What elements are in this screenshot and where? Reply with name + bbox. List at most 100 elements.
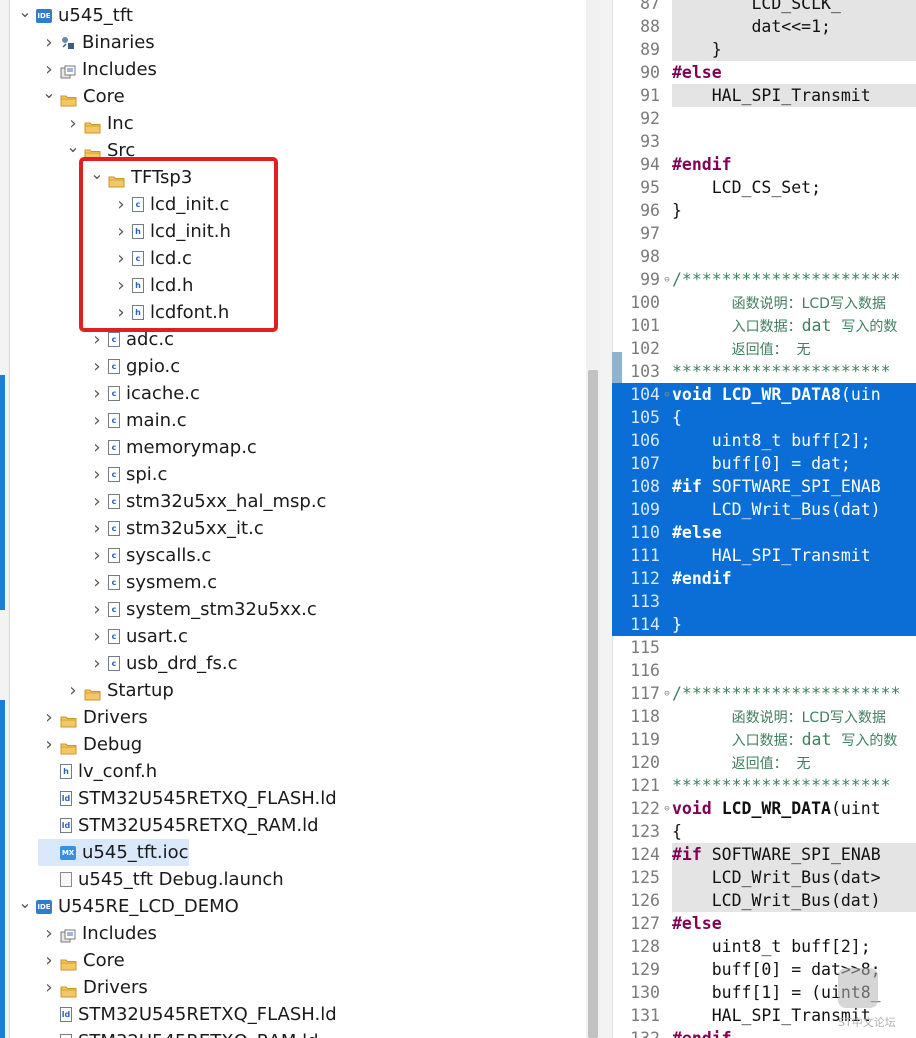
fold-toggle-icon[interactable]: ⊖	[662, 390, 672, 400]
tree-item[interactable]: › lcdfont.h	[110, 299, 229, 326]
chevron-right-icon[interactable]: ›	[38, 704, 60, 731]
tree-item[interactable]: › lcd_init.c	[110, 191, 229, 218]
code-line[interactable]: 122 ⊖ void LCD_WR_DATA(uint	[612, 797, 916, 820]
code-line[interactable]: 92	[612, 107, 916, 130]
code-line[interactable]: 90 #else	[612, 61, 916, 84]
code-line[interactable]: 101 入口数据：dat 写入的数	[612, 314, 916, 337]
code-line[interactable]: 112 #endif	[612, 567, 916, 590]
tree-item[interactable]: › system_stm32u5xx.c	[86, 596, 316, 623]
code-line[interactable]: 93	[612, 130, 916, 153]
tree-item[interactable]: › sysmem.c	[86, 569, 217, 596]
code-line[interactable]: 117 ⊖/**********************	[612, 682, 916, 705]
chevron-down-icon[interactable]: ⌄	[14, 0, 36, 25]
tree-item[interactable]: › main.c	[86, 407, 186, 434]
chevron-right-icon[interactable]: ›	[86, 380, 108, 407]
code-line[interactable]: 87 LCD_SCLK_	[612, 0, 916, 15]
code-line[interactable]: 118 函数说明：LCD写入数据	[612, 705, 916, 728]
code-line[interactable]: 113	[612, 590, 916, 613]
tree-item[interactable]: › usb_drd_fs.c	[86, 650, 237, 677]
code-line[interactable]: 121 **********************	[612, 774, 916, 797]
chevron-right-icon[interactable]: ›	[110, 218, 132, 245]
chevron-right-icon[interactable]: ›	[86, 650, 108, 677]
code-line[interactable]: 98	[612, 245, 916, 268]
code-line[interactable]: 124 #if SOFTWARE_SPI_ENAB	[612, 843, 916, 866]
chevron-down-icon[interactable]: ⌄	[62, 133, 84, 160]
code-line[interactable]: 126 LCD_Writ_Bus(dat)	[612, 889, 916, 912]
chevron-right-icon[interactable]: ›	[86, 353, 108, 380]
chevron-right-icon[interactable]: ›	[86, 461, 108, 488]
chevron-right-icon[interactable]: ›	[86, 596, 108, 623]
chevron-right-icon[interactable]: ›	[110, 272, 132, 299]
code-line[interactable]: 103 **********************	[612, 360, 916, 383]
chevron-right-icon[interactable]: ›	[86, 407, 108, 434]
code-line[interactable]: 125 LCD_Writ_Bus(dat>	[612, 866, 916, 889]
chevron-right-icon[interactable]: ›	[110, 245, 132, 272]
tree-item[interactable]: STM32U545RETXQ_FLASH.ld	[38, 1001, 337, 1028]
tree-item[interactable]: ⌄ Core	[38, 83, 124, 110]
code-line[interactable]: 96}	[612, 199, 916, 222]
tree-item[interactable]: u545_tft Debug.launch	[38, 866, 284, 893]
tree-item[interactable]: › memorymap.c	[86, 434, 256, 461]
tree-item[interactable]: STM32U545RETXQ_RAM.ld	[38, 812, 319, 839]
tree-item[interactable]: › Binaries	[38, 29, 154, 56]
code-line[interactable]: 102 返回值： 无	[612, 337, 916, 360]
code-line[interactable]: 100 函数说明：LCD写入数据	[612, 291, 916, 314]
tree-item[interactable]: › spi.c	[86, 461, 167, 488]
tree-item[interactable]: › lcd.c	[110, 245, 192, 272]
chevron-right-icon[interactable]: ›	[38, 947, 60, 974]
chevron-right-icon[interactable]: ›	[62, 677, 84, 704]
code-line[interactable]: 127 #else	[612, 912, 916, 935]
tree-item[interactable]: › syscalls.c	[86, 542, 211, 569]
tree-item[interactable]: ⌄ IDE u545_tft	[14, 2, 133, 29]
tree-item[interactable]: ⌄ IDE U545RE_LCD_DEMO	[14, 893, 239, 920]
code-line[interactable]: 108 #if SOFTWARE_SPI_ENAB	[612, 475, 916, 498]
code-line[interactable]: 110 #else	[612, 521, 916, 544]
tree-item[interactable]: › usart.c	[86, 623, 188, 650]
code-line[interactable]: 115	[612, 636, 916, 659]
chevron-right-icon[interactable]: ›	[86, 515, 108, 542]
code-line[interactable]: 99 ⊖/**********************	[612, 268, 916, 291]
tree-item[interactable]: › Startup	[62, 677, 173, 704]
code-line[interactable]: 106 uint8_t buff[2];	[612, 429, 916, 452]
code-line[interactable]: 105 {	[612, 406, 916, 429]
tree-item[interactable]: › lcd_init.h	[110, 218, 231, 245]
chevron-right-icon[interactable]: ›	[86, 488, 108, 515]
tree-item[interactable]: › stm32u5xx_hal_msp.c	[86, 488, 326, 515]
chevron-down-icon[interactable]: ⌄	[86, 160, 108, 187]
code-line[interactable]: 109 LCD_Writ_Bus(dat)	[612, 498, 916, 521]
code-editor[interactable]: 87 LCD_SCLK_ 88 dat<<=1; 89 } 90 #else 91 HAL…	[600, 0, 916, 1038]
code-line[interactable]: 107 buff[0] = dat;	[612, 452, 916, 475]
chevron-right-icon[interactable]: ›	[86, 623, 108, 650]
code-line[interactable]: 97	[612, 222, 916, 245]
chevron-right-icon[interactable]: ›	[38, 29, 60, 56]
chevron-right-icon[interactable]: ›	[38, 974, 60, 1001]
tree-item[interactable]: lv_conf.h	[38, 758, 157, 785]
tree-item[interactable]: › Core	[38, 947, 124, 974]
tree-item[interactable]: › stm32u5xx_it.c	[86, 515, 263, 542]
chevron-down-icon[interactable]: ⌄	[14, 889, 36, 916]
code-line[interactable]: 120 返回值： 无	[612, 751, 916, 774]
tree-item[interactable]: › Debug	[38, 731, 142, 758]
fold-toggle-icon[interactable]: ⊖	[662, 804, 672, 814]
tree-item[interactable]: › icache.c	[86, 380, 200, 407]
tree-item[interactable]: MX u545_tft.ioc	[38, 839, 189, 866]
chevron-right-icon[interactable]: ›	[38, 920, 60, 947]
tree-item[interactable]: › gpio.c	[86, 353, 180, 380]
tree-item[interactable]: STM32U545RETXQ_RAM.ld	[38, 1028, 319, 1038]
chevron-down-icon[interactable]: ⌄	[38, 79, 60, 106]
chevron-right-icon[interactable]: ›	[86, 326, 108, 353]
code-line[interactable]: 91 HAL_SPI_Transmit	[612, 84, 916, 107]
fold-toggle-icon[interactable]: ⊖	[662, 689, 672, 699]
tree-item[interactable]: › Drivers	[38, 974, 147, 1001]
tree-item[interactable]: STM32U545RETXQ_FLASH.ld	[38, 785, 337, 812]
code-line[interactable]: 95 LCD_CS_Set;	[612, 176, 916, 199]
code-line[interactable]: 111 HAL_SPI_Transmit	[612, 544, 916, 567]
tree-item[interactable]: › lcd.h	[110, 272, 193, 299]
code-line[interactable]: 119 入口数据：dat 写入的数	[612, 728, 916, 751]
code-line[interactable]: 116	[612, 659, 916, 682]
code-line[interactable]: 128 uint8_t buff[2];	[612, 935, 916, 958]
code-line[interactable]: 88 dat<<=1;	[612, 15, 916, 38]
code-line[interactable]: 94 #endif	[612, 153, 916, 176]
code-line[interactable]: 89 }	[612, 38, 916, 61]
fold-toggle-icon[interactable]: ⊖	[662, 275, 672, 285]
